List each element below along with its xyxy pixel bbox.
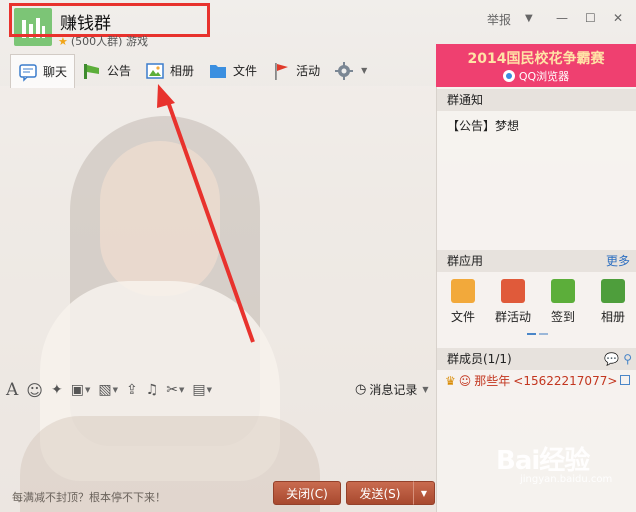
page-indicator[interactable] bbox=[527, 333, 548, 335]
watermark-url: jingyan.baidu.com bbox=[520, 474, 613, 485]
chat-bubble-icon[interactable]: 💬 bbox=[604, 348, 619, 370]
qq-group-chat-window: 赚钱群 ★ (500人群) 游戏 举报 ▼ — ☐ ✕ 聊天 公告 相册 文件 … bbox=[0, 0, 636, 512]
close-window-button[interactable]: ✕ bbox=[613, 11, 623, 25]
upload-button[interactable]: ⇪ bbox=[126, 382, 138, 398]
tab-files[interactable]: 文件 bbox=[201, 54, 264, 87]
activity-icon bbox=[501, 279, 525, 303]
tab-bar: 聊天 公告 相册 文件 活动 ▼ bbox=[10, 54, 374, 88]
app-files[interactable]: 文件 bbox=[441, 279, 485, 325]
folder-icon bbox=[210, 64, 227, 78]
clock-icon: ◷ bbox=[355, 382, 367, 397]
member-qq: <15622217077> bbox=[513, 373, 618, 388]
owner-icon: ♛ bbox=[445, 373, 456, 388]
ad-title: 2014国民校花争霸赛 bbox=[467, 51, 605, 67]
chevron-down-icon: ▼ bbox=[361, 66, 368, 75]
emoji-button[interactable]: ☺ bbox=[26, 381, 43, 400]
qq-browser-icon bbox=[502, 70, 515, 82]
edit-icon[interactable] bbox=[620, 375, 630, 385]
font-button[interactable]: A bbox=[6, 380, 18, 400]
flag-icon bbox=[275, 62, 289, 80]
picture-icon bbox=[601, 279, 625, 303]
app-group-activity[interactable]: 群活动 bbox=[491, 279, 535, 325]
tab-chat[interactable]: 聊天 bbox=[10, 54, 76, 88]
member-name: 那些年 bbox=[474, 374, 511, 388]
message-input[interactable] bbox=[0, 404, 436, 480]
megaphone-icon bbox=[84, 63, 100, 79]
ad-tip-text[interactable]: 每满减不封顶？根本停不下来！ bbox=[12, 489, 166, 505]
gift-icon: ▣ bbox=[70, 382, 84, 398]
maximize-button[interactable]: ☐ bbox=[585, 11, 596, 25]
star-icon: ★ bbox=[58, 34, 68, 48]
scissors-icon: ✂ bbox=[166, 382, 178, 398]
picture-icon bbox=[146, 62, 164, 79]
send-options-button[interactable]: ▼ bbox=[413, 481, 435, 505]
magic-wand-icon: ✦ bbox=[50, 382, 63, 398]
minimize-button[interactable]: — bbox=[556, 11, 568, 25]
image-button[interactable]: ▧ ▼ bbox=[98, 382, 118, 398]
group-subtitle: ★ (500人群) 游戏 bbox=[58, 34, 148, 49]
chevron-down-icon: ▼ bbox=[420, 488, 428, 498]
app-album[interactable]: 相册 bbox=[591, 279, 635, 325]
send-button[interactable]: 发送(S) bbox=[346, 481, 414, 505]
highlight-box bbox=[9, 3, 210, 37]
gear-icon bbox=[335, 61, 354, 80]
app-check-in[interactable]: 签到 bbox=[541, 279, 585, 325]
notice-header: 群通知 bbox=[437, 89, 636, 111]
tools-icon: ▤ bbox=[192, 382, 206, 398]
more-tools-button[interactable]: ▤ ▼ bbox=[192, 382, 212, 398]
tab-activity[interactable]: 活动 bbox=[264, 54, 327, 87]
font-icon: A bbox=[6, 380, 19, 400]
chat-icon bbox=[19, 63, 37, 82]
menu-dropdown-button[interactable]: ▼ bbox=[525, 13, 533, 24]
search-icon[interactable]: ⚲ bbox=[623, 348, 632, 370]
watermark: Bai经验 bbox=[496, 446, 590, 476]
magic-button[interactable]: ✦ bbox=[51, 382, 63, 398]
screenshot-button[interactable]: ✂ ▼ bbox=[166, 382, 184, 398]
message-history-button[interactable]: ◷ 消息记录 ▼ bbox=[355, 381, 429, 398]
music-icon: ♫ bbox=[145, 382, 159, 398]
checkbox-icon bbox=[551, 279, 575, 303]
folder-icon bbox=[451, 279, 475, 303]
tab-album[interactable]: 相册 bbox=[138, 54, 201, 87]
smiley-icon: ☺ bbox=[26, 380, 43, 400]
ad-banner[interactable]: 2014国民校花争霸赛 QQ浏览器 bbox=[436, 44, 636, 87]
apps-more-link[interactable]: 更多 bbox=[606, 250, 630, 272]
avatar: ☺ bbox=[458, 373, 472, 388]
report-link[interactable]: 举报 bbox=[487, 11, 511, 28]
settings-dropdown[interactable]: ▼ bbox=[327, 54, 374, 87]
ad-subtitle: QQ浏览器 bbox=[436, 68, 636, 84]
music-button[interactable]: ♫ bbox=[146, 382, 159, 398]
member-item[interactable]: ♛ ☺ 那些年 <15622217077> bbox=[445, 372, 617, 389]
upload-icon: ⇪ bbox=[125, 382, 138, 398]
tab-notice[interactable]: 公告 bbox=[75, 54, 138, 87]
notice-text[interactable]: 【公告】梦想 bbox=[447, 117, 519, 134]
close-button[interactable]: 关闭(C) bbox=[273, 481, 341, 505]
gift-button[interactable]: ▣ ▼ bbox=[71, 382, 91, 398]
chevron-down-icon: ▼ bbox=[422, 385, 429, 394]
image-icon: ▧ bbox=[98, 382, 112, 398]
